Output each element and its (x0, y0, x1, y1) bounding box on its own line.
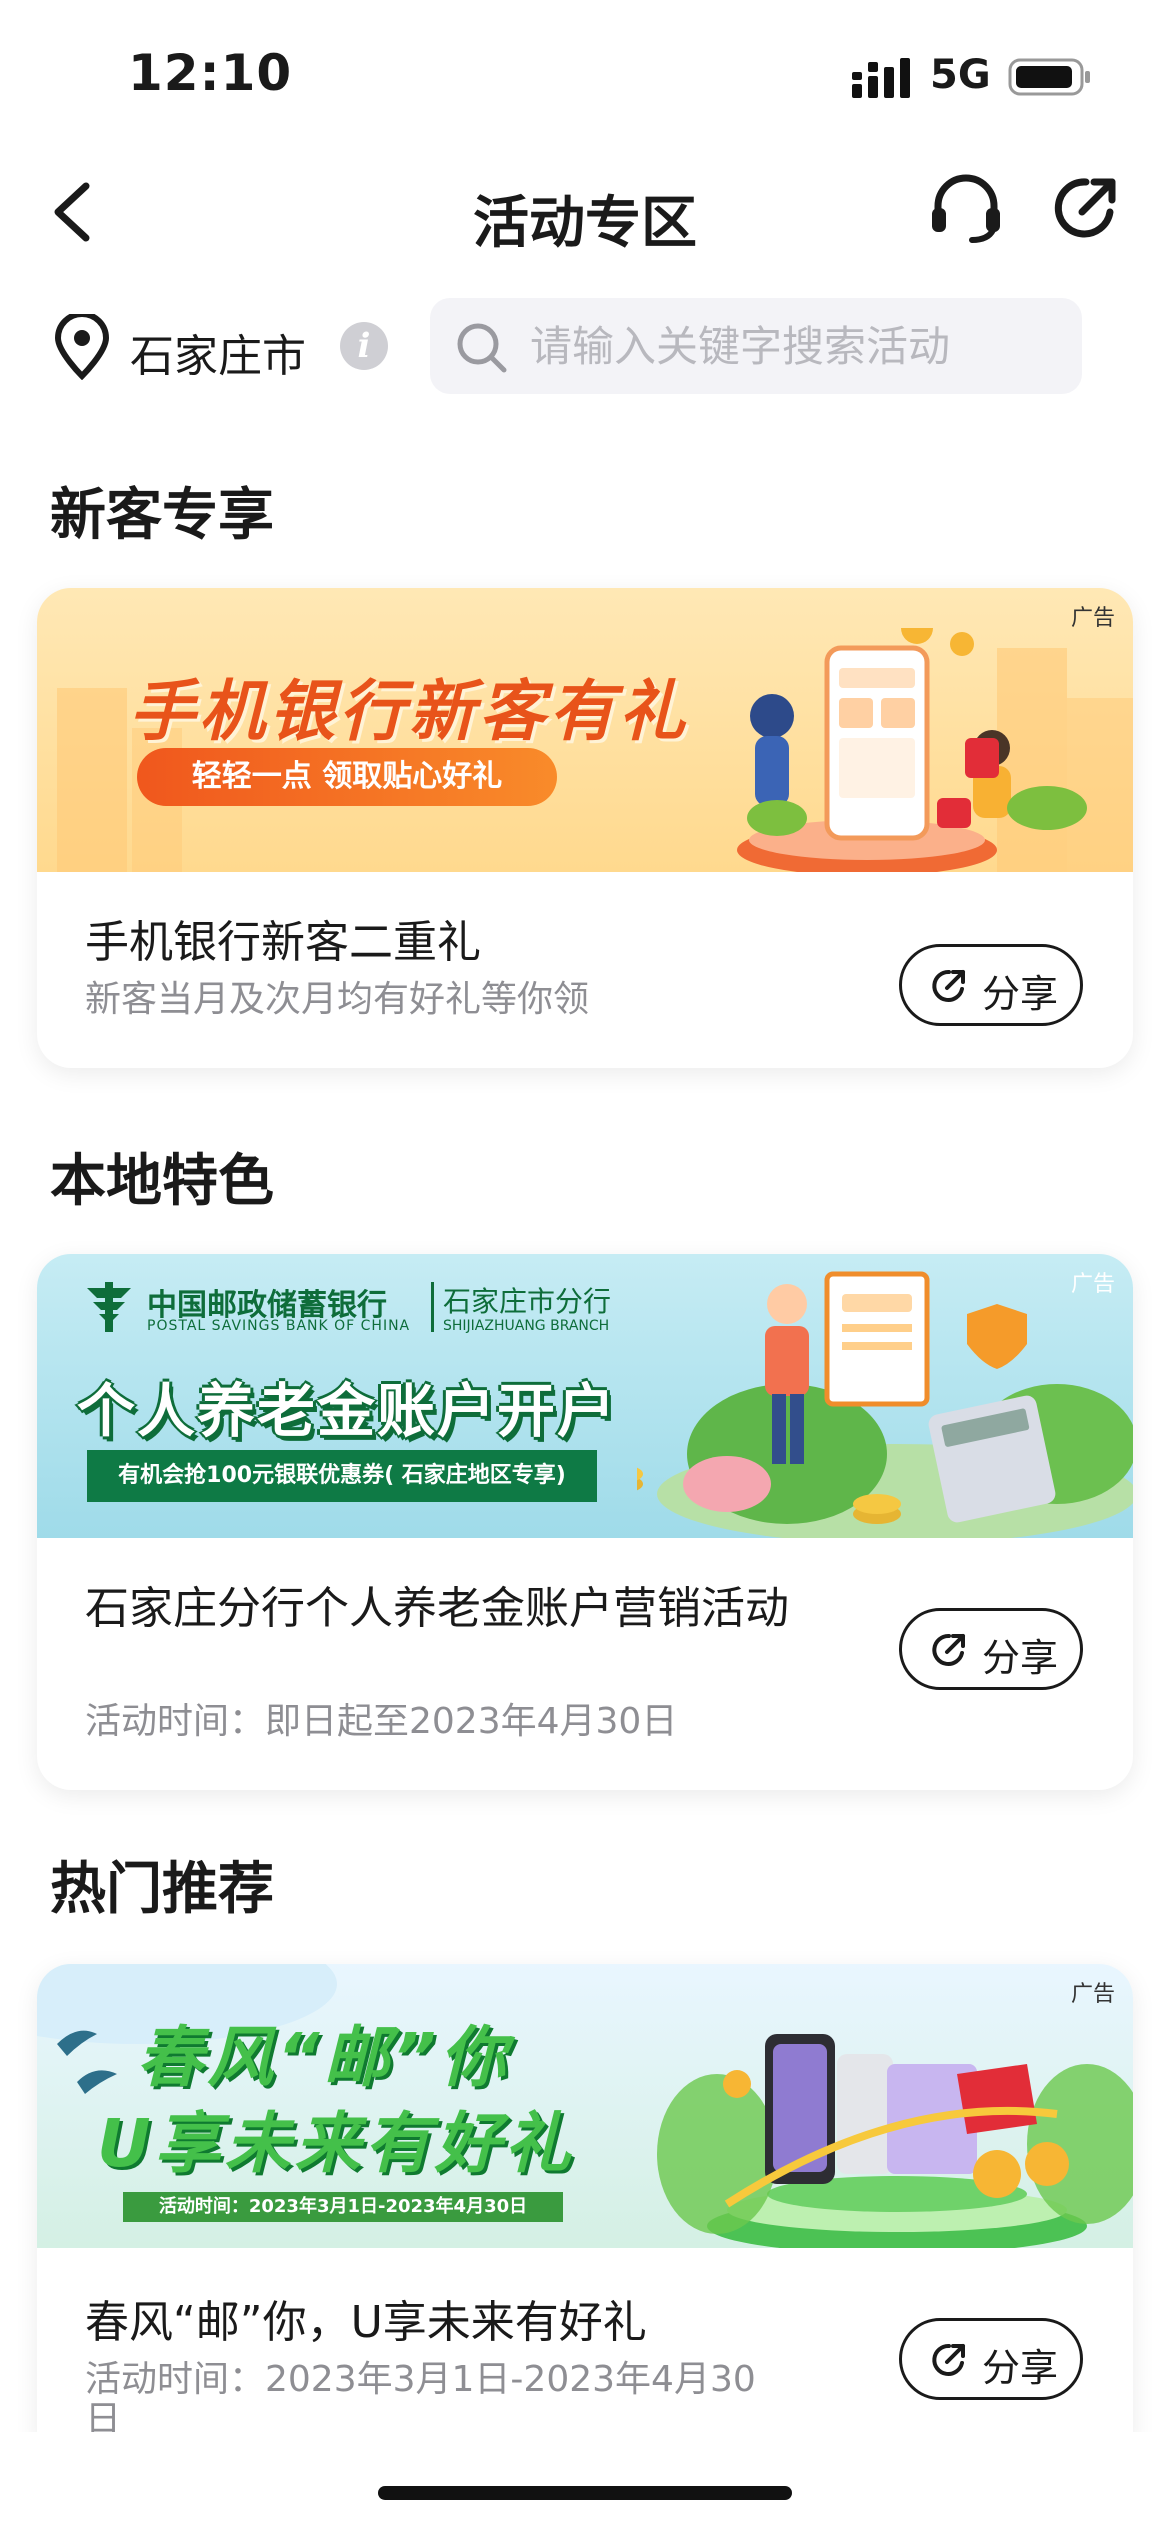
card-title: 石家庄分行个人养老金账户营销活动 (85, 1583, 789, 1634)
ad-label: 广告 (1070, 606, 1115, 631)
banner-date-strip: 活动时间：2023年3月1日-2023年4月30日 (123, 2192, 563, 2222)
back-arrow-icon[interactable] (48, 180, 98, 244)
share-button-label: 分享 (982, 2346, 1059, 2390)
activity-card-spring-gift[interactable]: 春风“邮”你 U享未来有好礼 活动时间：2023年3月1日-2023年4月30日… (37, 1964, 1133, 2444)
banner-new-customer-gift[interactable]: 手机银行新客有礼 轻轻一点 领取贴心好礼 广告 (37, 588, 1133, 872)
status-time: 12:10 (128, 44, 293, 102)
share-icon (932, 969, 965, 1002)
city-selector[interactable]: 石家庄市 (130, 320, 306, 384)
banner-illustration (637, 1271, 1133, 1538)
share-page-icon[interactable] (1052, 174, 1120, 242)
share-button[interactable]: 分享 (899, 944, 1083, 1026)
share-button-label: 分享 (982, 1636, 1059, 1680)
nav-bar: 活动专区 (0, 160, 1170, 260)
bank-logo-icon (87, 1282, 131, 1332)
activity-card-pension-account[interactable]: 中国邮政储蓄银行 POSTAL SAVINGS BANK OF CHINA 石家… (37, 1254, 1133, 1790)
section-title-hot-recommend: 热门推荐 (50, 1857, 274, 1922)
card-subtitle: 活动时间：即日起至2023年4月30日 (85, 1701, 678, 1742)
card-title: 手机银行新客二重礼 (85, 917, 481, 968)
status-bar: 12:10 5G (0, 0, 1170, 150)
card-subtitle: 新客当月及次月均有好礼等你领 (85, 979, 590, 1020)
banner-headline: 手机银行新客有礼 (129, 673, 689, 750)
banner-headline-line2: U享未来有好礼 (97, 2105, 575, 2182)
banner-tagline: 轻轻一点 领取贴心好礼 (137, 748, 557, 806)
section-title-local-feature: 本地特色 (50, 1149, 274, 1214)
home-indicator[interactable] (378, 2486, 792, 2500)
banner-headline-line1: 春风“邮”你 (137, 2019, 511, 2096)
activity-card-new-customer[interactable]: 手机银行新客有礼 轻轻一点 领取贴心好礼 广告 手机银行新客二重礼 新客当月及次… (37, 588, 1133, 1068)
ad-label: 广告 (1070, 1982, 1115, 2007)
ad-label: 广告 (1070, 1272, 1115, 1297)
search-input[interactable] (530, 312, 1070, 380)
bottom-safe-area (0, 2432, 1170, 2532)
network-type: 5G (930, 52, 991, 98)
customer-service-headset-icon[interactable] (928, 174, 1004, 244)
bank-name-en: POSTAL SAVINGS BANK OF CHINA (147, 1318, 411, 1334)
cellular-signal-icon (852, 58, 910, 98)
banner-headline: 个人养老金账户开户 (77, 1377, 618, 1445)
battery-icon (1008, 58, 1090, 96)
branch-name: 石家庄市分行 (443, 1285, 612, 1318)
location-pin-icon[interactable] (52, 314, 112, 380)
card-title: 春风“邮”你，U享未来有好礼 (85, 2297, 647, 2348)
share-button[interactable]: 分享 (899, 1608, 1083, 1690)
banner-spring-gift[interactable]: 春风“邮”你 U享未来有好礼 活动时间：2023年3月1日-2023年4月30日… (37, 1964, 1133, 2248)
banner-pension-account[interactable]: 中国邮政储蓄银行 POSTAL SAVINGS BANK OF CHINA 石家… (37, 1254, 1133, 1538)
card-subtitle: 活动时间：2023年3月1日-2023年4月30日 (85, 2359, 756, 2440)
search-icon (457, 323, 507, 373)
share-button-label: 分享 (982, 972, 1059, 1016)
bank-name-divider (431, 1282, 434, 1332)
search-bar[interactable] (430, 298, 1082, 394)
share-icon (932, 1633, 965, 1666)
share-button[interactable]: 分享 (899, 2318, 1083, 2400)
banner-tagline: 有机会抢100元银联优惠券( 石家庄地区专享) (87, 1450, 597, 1502)
share-icon (932, 2343, 965, 2376)
info-icon[interactable]: i (340, 322, 388, 370)
branch-name-en: SHIJIAZHUANG BRANCH (443, 1318, 610, 1334)
location-search-row: 石家庄市 i (0, 298, 1170, 394)
section-title-new-customer: 新客专享 (50, 483, 274, 548)
